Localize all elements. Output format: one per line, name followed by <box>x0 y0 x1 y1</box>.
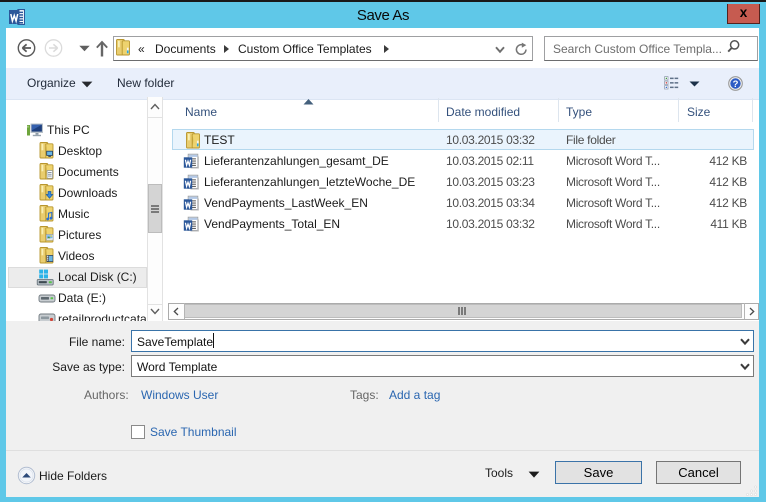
svg-text:?: ? <box>733 79 739 90</box>
